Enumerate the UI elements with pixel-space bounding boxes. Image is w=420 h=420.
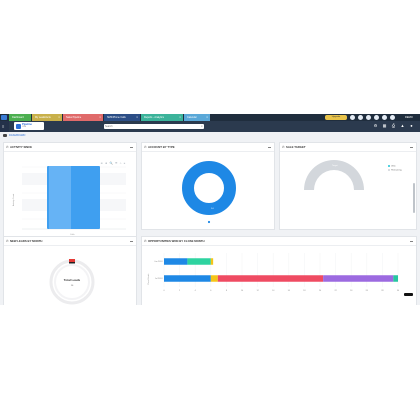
search-input[interactable] bbox=[105, 124, 195, 129]
close-icon[interactable]: × bbox=[99, 114, 101, 121]
leads-flag bbox=[69, 259, 75, 262]
x-tick-label: 26 bbox=[366, 290, 369, 292]
x-tick-label: 24 bbox=[350, 290, 353, 292]
opportunities-bar-chart: Close Month 0 2 4 6 8 10 12 14 16 18 20 22 24 26 28 30J… bbox=[147, 253, 400, 292]
x-tick-label: 14 bbox=[272, 290, 275, 292]
close-icon[interactable]: × bbox=[136, 114, 138, 121]
tab-my-leads[interactable]: My Leads/Acts × bbox=[32, 114, 62, 121]
x-tick-label: 22 bbox=[334, 290, 337, 292]
x-tick-label: 28 bbox=[381, 290, 384, 292]
tab-reports[interactable]: Reports - Analytics × bbox=[141, 114, 183, 121]
opportunities-card: ✆ OPPORTUNITIES WON BY CLOSE MONTH ▬ Clo… bbox=[141, 236, 417, 305]
new-leads-card: ✆ NEW LEADS BY MONTH ▬ Total Leads 10 bbox=[3, 236, 137, 305]
help-icon[interactable] bbox=[390, 115, 395, 120]
tab-calendar[interactable]: Calendar × bbox=[184, 114, 210, 121]
x-tick-label: 30 bbox=[397, 290, 400, 292]
account-card: ✆ ACCOUNT BY TYPE ▬ 1.0 bbox=[141, 142, 275, 230]
home-icon[interactable] bbox=[1, 115, 7, 120]
settings-icon[interactable]: ⚙ bbox=[373, 123, 378, 128]
leads-label: Total Leads bbox=[64, 278, 81, 282]
x-tick-label: 18 bbox=[303, 290, 306, 292]
new-leads-chart: Total Leads 10 bbox=[49, 259, 95, 305]
mail-icon[interactable] bbox=[366, 115, 371, 120]
activity-card: ✆ ACTIVITY SINCE ▬ ⊖ ⊕ 🔍 ☰ ⌂ ≡ Activity … bbox=[3, 142, 137, 240]
scroll-handle[interactable] bbox=[413, 183, 415, 213]
chat-icon[interactable] bbox=[358, 115, 363, 120]
donut-slice[interactable] bbox=[182, 161, 236, 215]
x-tick-label: 16 bbox=[288, 290, 291, 292]
tab-bar: Dashboard My Leads/Acts × Sales Pipeline ×… bbox=[0, 114, 420, 121]
gauge-top-label: Target bbox=[332, 164, 338, 167]
account-donut-chart: 1.0 bbox=[182, 161, 236, 224]
pager-dot[interactable] bbox=[207, 220, 211, 224]
sale-legend: Won Remaining bbox=[388, 165, 402, 172]
search-icon[interactable]: ⌕ bbox=[201, 124, 203, 129]
bar-segment[interactable] bbox=[210, 275, 218, 282]
global-search[interactable]: ⌕ bbox=[104, 124, 204, 129]
leads-value: 10 bbox=[71, 285, 74, 287]
legend-swatch bbox=[388, 168, 391, 171]
upgrade-badge[interactable]: Upgrade bbox=[325, 115, 347, 120]
close-icon[interactable]: × bbox=[179, 114, 181, 121]
close-icon[interactable]: × bbox=[206, 114, 208, 121]
bar-segment[interactable] bbox=[210, 258, 214, 265]
bar-segment[interactable] bbox=[323, 275, 394, 282]
x-tick-label: 0 bbox=[163, 290, 165, 292]
crm-screen: Dashboard My Leads/Acts × Sales Pipeline ×… bbox=[0, 114, 420, 305]
logo-icon bbox=[16, 123, 21, 129]
x-tick-label: 10 bbox=[241, 290, 244, 292]
clock-icon[interactable] bbox=[382, 115, 387, 120]
leads-ring-outer bbox=[49, 259, 95, 305]
chart-icon[interactable]: ▲ bbox=[400, 123, 405, 128]
bar-segment[interactable] bbox=[217, 275, 324, 282]
app-logo[interactable]: Pipeline CRM bbox=[14, 122, 44, 130]
y-axis-label: Activity Count bbox=[12, 193, 15, 206]
close-icon[interactable]: × bbox=[58, 114, 60, 121]
x-tick-label: 2 bbox=[179, 290, 181, 292]
app-header bbox=[0, 121, 420, 132]
header-actions: ⚙ ▦ ⎙ ▲ ● bbox=[373, 123, 414, 130]
bar-segment[interactable] bbox=[164, 275, 211, 282]
bar-segment[interactable] bbox=[187, 258, 211, 265]
x-tick-label: 8 bbox=[226, 290, 228, 292]
y-tick-label: Jun 2024 bbox=[154, 261, 163, 263]
tab-sales-pipeline[interactable]: Sales Pipeline × bbox=[63, 114, 103, 121]
sale-target-card: ✆ SALE TARGET ▬ Target Won Remaining bbox=[279, 142, 417, 230]
breadcrumb: DASHBOARD bbox=[3, 133, 25, 139]
chart-download-button[interactable] bbox=[404, 293, 413, 296]
calendar-icon[interactable]: ▦ bbox=[382, 123, 387, 128]
activity-bar-highlight bbox=[49, 166, 71, 229]
leads-ring-inner bbox=[54, 264, 90, 300]
x-tick-label: 20 bbox=[319, 290, 322, 292]
menu-rail[interactable]: ≡ bbox=[0, 121, 9, 132]
phone-icon[interactable] bbox=[374, 115, 379, 120]
user-menu[interactable]: DEMO bbox=[402, 114, 420, 121]
y-tick-label: Jul 2024 bbox=[155, 278, 163, 280]
legend-swatch bbox=[388, 165, 391, 168]
print-icon[interactable]: ⎙ bbox=[391, 123, 396, 128]
x-tick-label: 12 bbox=[256, 290, 259, 292]
dashboard-icon bbox=[3, 134, 7, 138]
tab-dashboard[interactable]: Dashboard bbox=[9, 114, 31, 121]
legend-item[interactable]: Remaining bbox=[388, 168, 402, 173]
sale-target-gauge: Target bbox=[304, 160, 364, 190]
bar-segment[interactable] bbox=[393, 275, 398, 282]
user-icon[interactable]: ● bbox=[409, 123, 414, 128]
bar-segment[interactable] bbox=[164, 258, 188, 265]
tab-sms-phone[interactable]: SMS/Phone Calls × bbox=[104, 114, 140, 121]
x-tick-label: 4 bbox=[195, 290, 197, 292]
leads-flag-base bbox=[69, 262, 75, 264]
y-axis-title: Close Month bbox=[147, 274, 150, 285]
logo-sub: CRM bbox=[22, 126, 27, 128]
x-tick-label: 6 bbox=[210, 290, 212, 292]
bell-icon[interactable] bbox=[350, 115, 355, 120]
menu-icon[interactable]: ≡ bbox=[2, 124, 7, 129]
activity-chart: Activity Count Calls bbox=[12, 166, 126, 236]
